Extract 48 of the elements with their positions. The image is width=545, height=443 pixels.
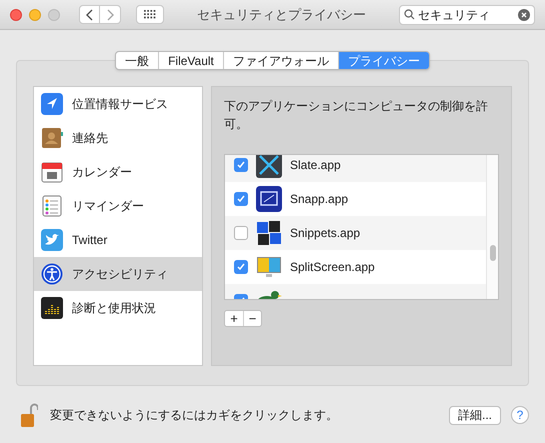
app-row[interactable]: Slate.app bbox=[225, 155, 486, 182]
clear-icon[interactable] bbox=[518, 8, 530, 20]
show-all-button[interactable] bbox=[136, 5, 164, 24]
checkmark-icon bbox=[236, 160, 246, 170]
checkmark-icon bbox=[236, 262, 246, 272]
back-button[interactable] bbox=[79, 5, 100, 24]
minimize-button[interactable] bbox=[29, 8, 41, 20]
window-frame-icon bbox=[256, 186, 282, 212]
details-button[interactable]: 詳細... bbox=[449, 406, 501, 424]
category-item[interactable]: 診断と使用状況 bbox=[34, 291, 202, 325]
puzzle-icon bbox=[256, 220, 282, 246]
add-button[interactable]: + bbox=[225, 311, 243, 326]
lock-message: 変更できないようにするにはカギをクリックします。 bbox=[50, 407, 339, 424]
scrollbar[interactable] bbox=[486, 155, 498, 299]
address-book-icon bbox=[41, 127, 63, 149]
checkbox[interactable] bbox=[234, 158, 248, 172]
pane-heading: 下のアプリケーションにコンピュータの制御を許可。 bbox=[224, 98, 489, 133]
monitor-icon bbox=[256, 254, 282, 280]
grid-icon bbox=[144, 10, 156, 19]
checkbox[interactable] bbox=[234, 260, 248, 274]
padlock-icon[interactable] bbox=[20, 402, 38, 428]
diagnostics-icon bbox=[41, 297, 63, 319]
chevron-left-icon bbox=[86, 8, 94, 20]
category-item[interactable]: アクセシビリティ bbox=[34, 257, 202, 291]
accessibility-icon bbox=[41, 263, 63, 285]
app-row[interactable]: Snippets.app bbox=[225, 216, 486, 250]
category-item[interactable]: リマインダー bbox=[34, 189, 202, 223]
search-field[interactable]: セキュリティ bbox=[399, 4, 535, 24]
bird-icon bbox=[41, 229, 63, 251]
checkbox[interactable] bbox=[234, 192, 248, 206]
close-button[interactable] bbox=[10, 8, 22, 20]
checklist-icon bbox=[41, 195, 63, 217]
tab[interactable]: FileVault bbox=[158, 52, 223, 69]
category-item[interactable]: 連絡先 bbox=[34, 121, 202, 155]
calendar-icon bbox=[41, 161, 63, 183]
category-item[interactable]: Twitter bbox=[34, 223, 202, 257]
checkmark-icon bbox=[236, 194, 246, 204]
window-grid-icon bbox=[256, 155, 282, 178]
scroll-thumb[interactable] bbox=[490, 245, 496, 261]
window-title: セキュリティとプライバシー bbox=[196, 6, 367, 24]
category-item[interactable]: カレンダー bbox=[34, 155, 202, 189]
chevron-right-icon bbox=[106, 8, 114, 20]
remove-button[interactable]: − bbox=[243, 311, 261, 326]
checkbox[interactable] bbox=[234, 226, 248, 240]
category-item[interactable]: 位置情報サービス bbox=[34, 87, 202, 121]
search-icon bbox=[404, 9, 415, 20]
help-button[interactable]: ? bbox=[511, 406, 529, 424]
tab[interactable]: 一般 bbox=[116, 52, 158, 69]
